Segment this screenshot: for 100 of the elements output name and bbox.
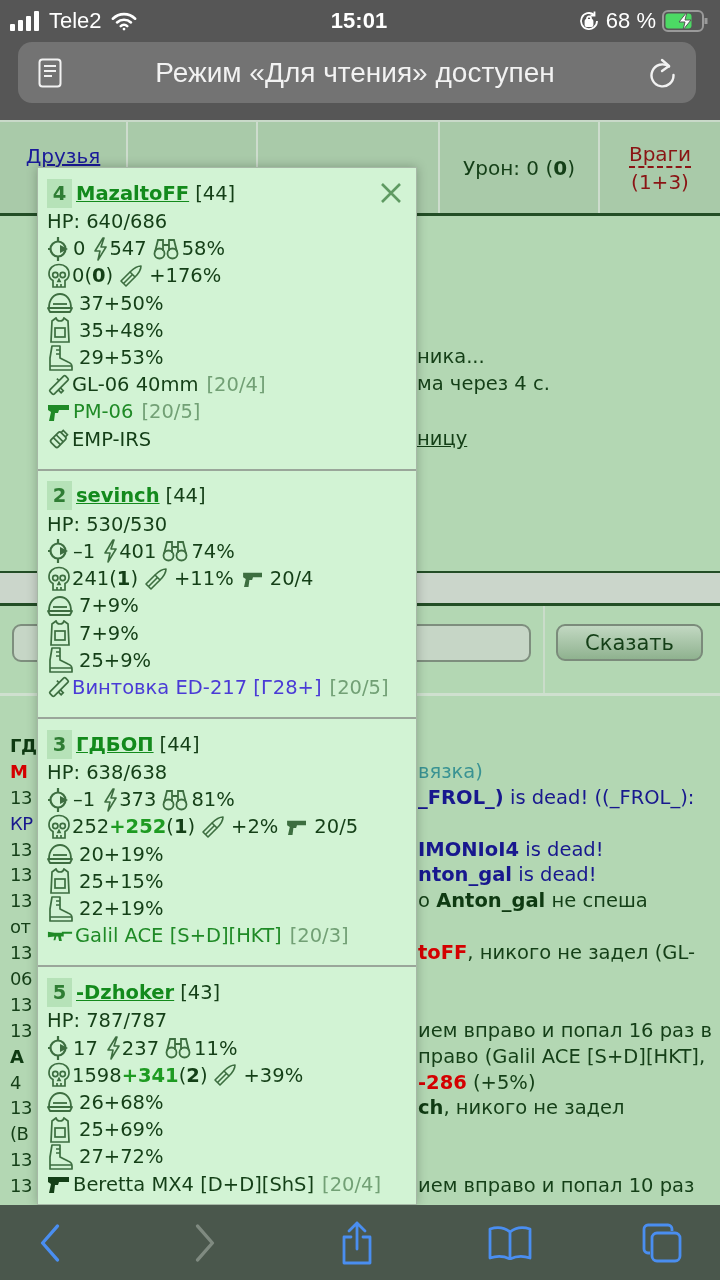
orientation-lock-icon — [577, 10, 600, 32]
log-line-text: toFF, никого не задел (GL- — [418, 940, 695, 967]
weapon-name: GL-06 40mm — [72, 373, 199, 397]
armor-value: 7+9% — [79, 594, 139, 618]
log-line-start: 13 — [9, 1018, 32, 1043]
log-line-start: (В — [9, 1122, 29, 1147]
address-bar[interactable]: Режим «Для чтения» доступен — [18, 42, 696, 103]
rank-badge: 5 — [47, 977, 72, 1007]
stat-value: 20/4 — [269, 567, 314, 591]
reload-icon[interactable] — [648, 57, 676, 88]
player-name-link[interactable]: sevinch — [76, 484, 160, 508]
carrier-name: Tele2 — [49, 8, 102, 34]
armor-value: 7+9% — [79, 621, 139, 645]
stat-value: 58% — [181, 237, 225, 261]
log-line-start: M — [9, 759, 28, 784]
vest-icon — [47, 317, 73, 344]
log-line-start: КР — [9, 811, 33, 836]
log-line-text: _FROL_) is dead! ((_FROL_): — [418, 784, 695, 811]
log-line-text: право (Galil ACE [S+D][HKT], — [418, 1043, 706, 1070]
friends-link[interactable]: Друзья — [25, 144, 101, 168]
launcher-icon — [47, 675, 71, 700]
weapon-name: Beretta MX4 [D+D][ShS] — [73, 1172, 315, 1196]
binoculars-icon — [152, 237, 179, 260]
battery-icon — [662, 10, 708, 32]
log-line-start: 13 — [9, 889, 32, 914]
rank-badge: 4 — [47, 178, 72, 208]
boot-icon — [47, 1143, 73, 1170]
stat-value: +39% — [243, 1063, 304, 1087]
signal-icon — [10, 11, 40, 31]
armor-value: 29+53% — [79, 346, 164, 370]
log-line-text: -286 (+5%) — [418, 1069, 536, 1096]
vest-icon — [47, 1116, 73, 1143]
log-line-start: 13 — [9, 941, 32, 966]
player-level: [44] — [195, 181, 236, 205]
armor-value: 25+69% — [79, 1118, 164, 1142]
crosshair-icon — [47, 1035, 69, 1062]
stat-value: 0 — [73, 237, 86, 261]
status-message: ника... — [417, 344, 485, 370]
battery-percent: 68 % — [605, 8, 656, 34]
log-line-start: 13 — [9, 1148, 32, 1173]
log-line-start: от — [9, 915, 31, 940]
stat-value: 547 — [109, 237, 147, 261]
stat-value: –1 — [73, 539, 96, 563]
stat-value: +2% — [231, 815, 279, 839]
weapon-name: Galil ACE [S+D][HKT] — [75, 924, 282, 948]
bullet-icon — [201, 814, 226, 839]
close-icon[interactable] — [380, 182, 402, 204]
bullet-icon — [119, 263, 144, 288]
kill-count: 241(1) — [72, 567, 139, 591]
armor-value: 20+19% — [79, 842, 164, 866]
player-name-link[interactable]: MazaltoFF — [76, 181, 190, 205]
skull-icon — [47, 565, 71, 592]
stat-value: 11% — [194, 1036, 238, 1060]
log-line-start: 13 — [9, 1096, 32, 1121]
armor-value: 25+9% — [79, 648, 152, 672]
log-line-start: 13 — [9, 1174, 32, 1199]
clock: 15:01 — [330, 8, 388, 34]
player-name-link[interactable]: -Dzhoker — [76, 980, 175, 1004]
book-icon[interactable] — [488, 1225, 532, 1260]
weapon-ammo: [20/3] — [289, 924, 349, 948]
log-line-text: вязка) — [418, 758, 483, 785]
wifi-icon — [110, 11, 137, 31]
boot-icon — [47, 344, 73, 371]
weapon-ammo: [20/4] — [322, 1172, 382, 1196]
armor-value: 27+72% — [79, 1145, 164, 1169]
weapon-name: PM-06 — [73, 400, 134, 424]
enemies-link[interactable]: Враги — [628, 141, 692, 168]
reader-icon[interactable] — [38, 57, 62, 88]
share-icon[interactable] — [341, 1220, 373, 1265]
stat-value: +11% — [174, 567, 234, 591]
log-line-text: IMONIoI4 is dead! — [418, 836, 604, 863]
bullet-icon — [213, 1063, 238, 1088]
skull-icon — [47, 1062, 71, 1089]
back-icon[interactable] — [39, 1223, 61, 1262]
player-name-link[interactable]: ГДБОП — [76, 732, 154, 756]
crosshair-icon — [47, 235, 69, 262]
player-level: [44] — [159, 732, 200, 756]
tabs-icon[interactable] — [642, 1222, 682, 1263]
page-link[interactable]: ницу — [417, 425, 468, 452]
log-line-start: 4 — [9, 1070, 21, 1095]
log-line-text: ием вправо и попал 10 раз — [418, 1173, 695, 1200]
vest-icon — [47, 620, 73, 647]
stat-value: 20/5 — [314, 815, 359, 839]
log-line-text: nton_gal is dead! — [418, 862, 597, 889]
bullet-icon — [144, 566, 169, 591]
player-level: [44] — [165, 484, 206, 508]
launcher-icon — [47, 372, 71, 397]
damage-reading: Урон: 0 (0) — [463, 155, 575, 180]
binoculars-icon — [162, 540, 189, 563]
skull-icon — [47, 262, 71, 289]
stat-value: +176% — [149, 264, 222, 288]
lightning-icon — [103, 787, 118, 812]
weapon-ammo: [20/5] — [329, 675, 389, 699]
skull-icon — [47, 813, 71, 840]
rank-badge: 3 — [47, 729, 72, 759]
weapon-name: EMP-IRS — [72, 427, 152, 451]
say-button[interactable]: Сказать — [556, 624, 703, 661]
binoculars-icon — [162, 788, 189, 811]
binoculars-icon — [165, 1037, 192, 1060]
reader-mode-notice: Режим «Для чтения» доступен — [154, 56, 556, 89]
